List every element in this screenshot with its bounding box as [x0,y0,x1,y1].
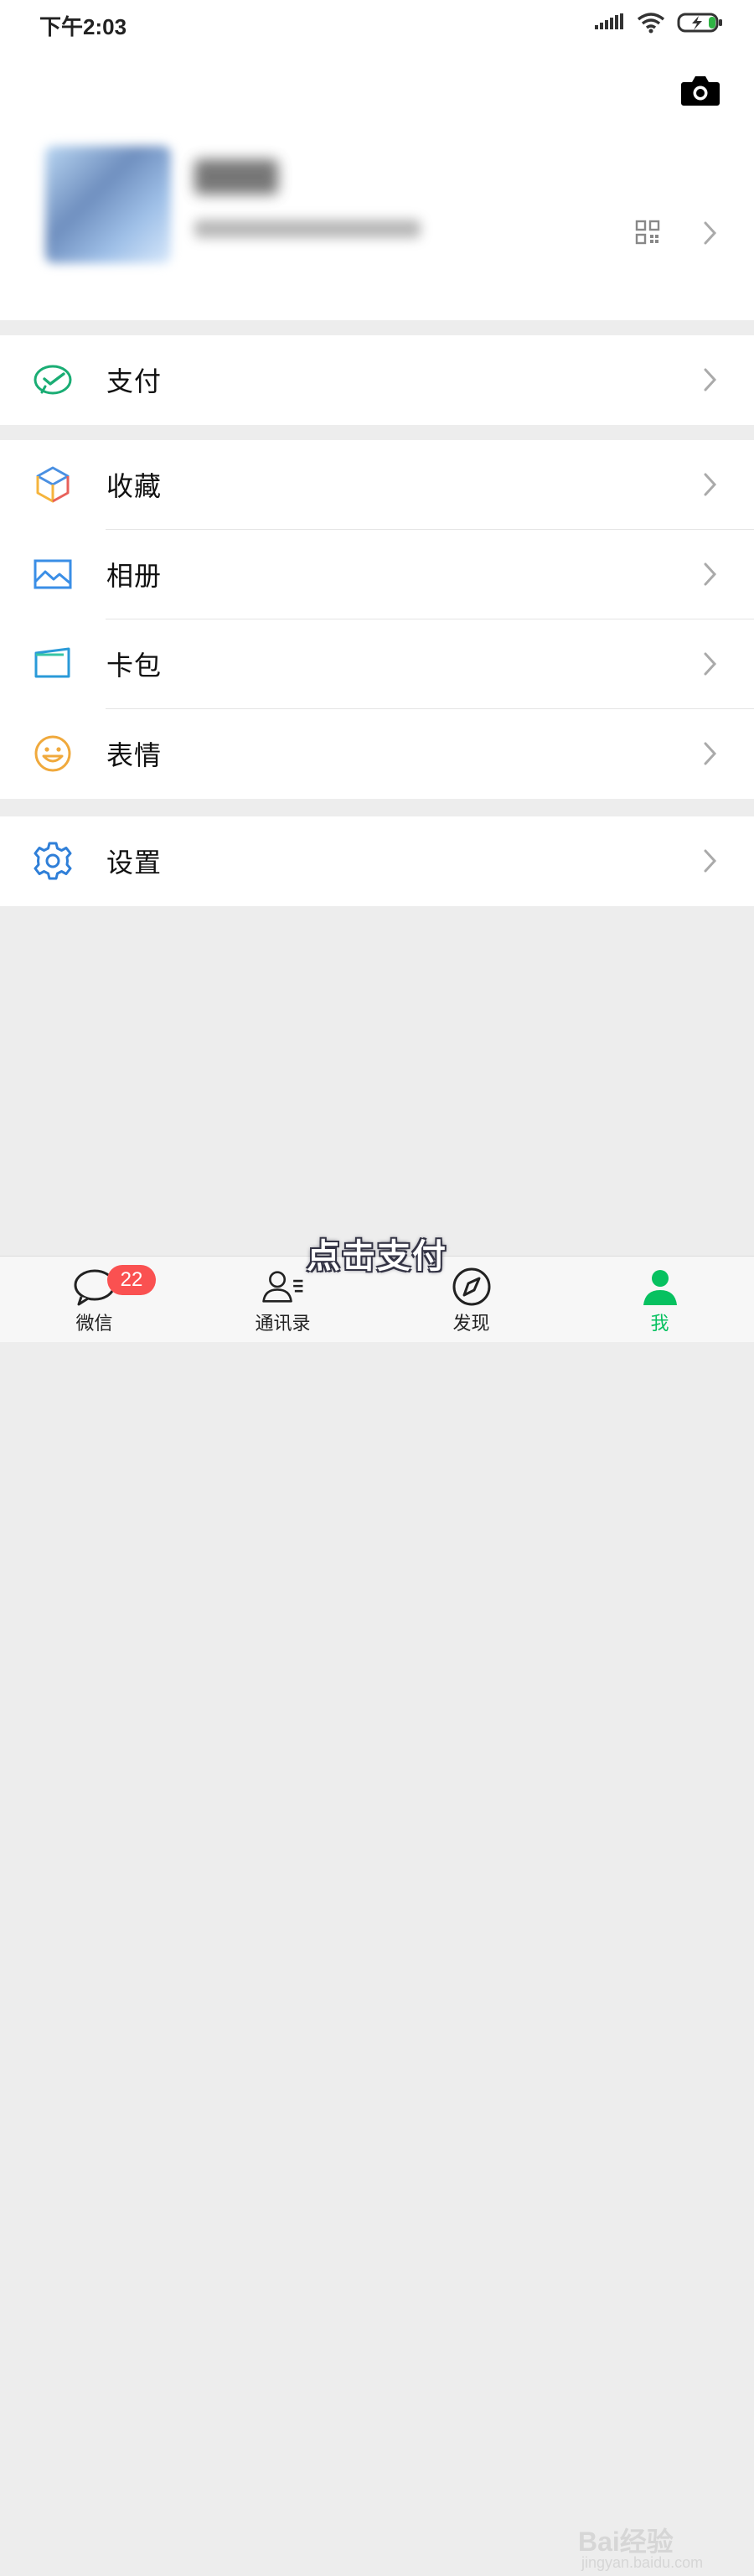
menu-item-album[interactable]: 相册 [0,530,754,619]
menu-item-pay[interactable]: 支付 [0,335,754,425]
sticker-smile-icon [34,735,71,772]
menu-group-pay: 支付 [0,335,754,425]
settings-gear-icon [34,842,72,880]
status-icons [595,12,724,34]
menu-group-settings: 设置 [0,816,754,906]
menu-item-settings[interactable]: 设置 [0,816,754,906]
chevron-right-icon [704,742,717,765]
status-time: 下午2:03 [39,14,127,39]
menu-item-label: 表情 [106,739,163,771]
menu-item-label: 相册 [106,560,163,592]
tab-label: 微信 [75,1314,113,1335]
card-wallet-icon [34,647,70,678]
qr-code-icon[interactable] [635,220,660,245]
album-icon [34,559,72,589]
chevron-right-icon [704,652,717,676]
wechat-pay-icon [34,365,72,395]
battery-charging-icon [677,13,722,33]
instruction-caption: 点击支付 [307,1237,447,1276]
camera-icon[interactable] [680,74,720,107]
baidu-jingyan-watermark: Bai经验 jingyan.baidu.com [578,2517,729,2576]
signal-icon [595,13,623,29]
chevron-right-icon [704,368,717,391]
chevron-right-icon [704,849,717,873]
chevron-right-icon [704,562,717,586]
status-bar: 下午2:03 [0,0,754,47]
menu-item-cards[interactable]: 卡包 [0,619,754,709]
menu-item-label: 收藏 [106,470,163,502]
menu-item-label: 卡包 [106,650,163,682]
tab-label: 我 [650,1314,669,1335]
tab-label: 通讯录 [255,1314,311,1335]
menu-item-stickers[interactable]: 表情 [0,709,754,799]
menu-group-main: 收藏 相册 卡包 表情 [0,440,754,799]
wifi-icon [637,13,665,34]
favorites-cube-icon [36,466,70,503]
profile-name [194,159,278,194]
chevron-right-icon [704,473,717,496]
menu-item-label: 设置 [106,847,163,879]
chevron-right-icon [704,221,717,245]
menu-item-favorites[interactable]: 收藏 [0,440,754,530]
menu-item-label: 支付 [106,365,163,397]
tab-label: 发现 [452,1314,490,1335]
avatar[interactable] [45,146,171,263]
profile-wechat-id [194,220,421,238]
profile-header[interactable] [0,47,754,320]
watermark-url: jingyan.baidu.com [581,2554,704,2571]
